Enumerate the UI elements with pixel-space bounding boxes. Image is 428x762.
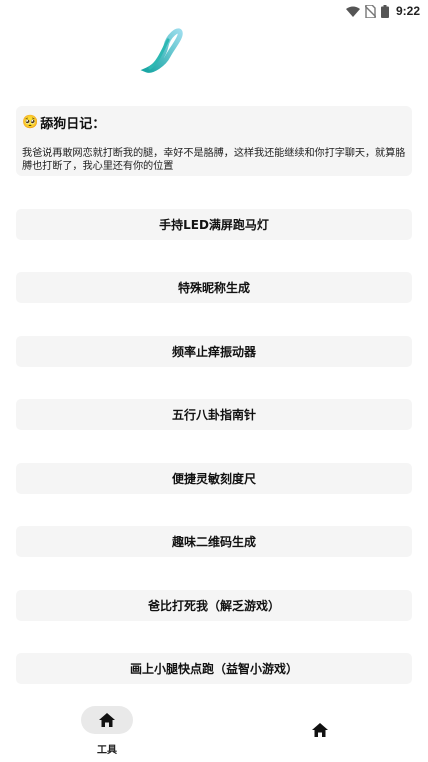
home-icon xyxy=(312,723,328,737)
tool-button-compass[interactable]: 五行八卦指南针 xyxy=(16,399,412,430)
nav-pill-active[interactable] xyxy=(81,706,133,734)
diary-card: 🥺 舔狗日记： 我爸说再敢网恋就打断我的腿，幸好不是胳膊，这样我还能继续和你打字… xyxy=(16,106,412,176)
home-icon xyxy=(99,713,115,727)
nav-item-home[interactable] xyxy=(305,720,335,740)
status-time: 9:22 xyxy=(395,4,420,18)
tool-button-label: 特殊昵称生成 xyxy=(177,281,250,295)
bottom-nav: 工具 xyxy=(0,688,428,762)
nav-label-tools: 工具 xyxy=(97,745,117,756)
diary-title: 🥺 舔狗日记： xyxy=(22,113,406,132)
nav-item-tools[interactable]: 工具 xyxy=(81,706,133,756)
tool-button-vibrator[interactable]: 频率止痒振动器 xyxy=(16,336,412,367)
tool-button-label: 画上小腿快点跑（益智小游戏） xyxy=(129,662,298,676)
tool-button-ruler[interactable]: 便捷灵敏刻度尺 xyxy=(16,463,412,494)
tool-button-nickname-generator[interactable]: 特殊昵称生成 xyxy=(16,272,412,303)
tool-button-label: 爸比打死我（解乏游戏） xyxy=(147,599,280,613)
battery-icon xyxy=(380,4,389,18)
wifi-icon xyxy=(345,6,360,17)
status-bar: 9:22 xyxy=(0,0,428,22)
diary-title-text: 舔狗日记： xyxy=(40,116,106,132)
tool-button-label: 手持LED满屏跑马灯 xyxy=(159,218,269,232)
status-icons: 9:22 xyxy=(345,3,420,19)
pleading-face-icon: 🥺 xyxy=(22,114,39,130)
tool-button-game-daddy[interactable]: 爸比打死我（解乏游戏） xyxy=(16,590,412,621)
tool-button-game-run[interactable]: 画上小腿快点跑（益智小游戏） xyxy=(16,653,412,684)
tool-button-label: 趣味二维码生成 xyxy=(171,535,256,549)
tool-button-label: 五行八卦指南针 xyxy=(171,408,256,422)
app-logo xyxy=(140,28,183,73)
tool-button-qrcode-generator[interactable]: 趣味二维码生成 xyxy=(16,526,412,557)
tool-button-led-marquee[interactable]: 手持LED满屏跑马灯 xyxy=(16,209,412,240)
tool-button-label: 便捷灵敏刻度尺 xyxy=(171,472,256,486)
no-sim-icon xyxy=(364,4,376,18)
diary-text: 我爸说再敢网恋就打断我的腿，幸好不是胳膊，这样我还能继续和你打字聊天，就算胳膊也… xyxy=(22,148,406,172)
tool-button-label: 频率止痒振动器 xyxy=(171,345,256,359)
